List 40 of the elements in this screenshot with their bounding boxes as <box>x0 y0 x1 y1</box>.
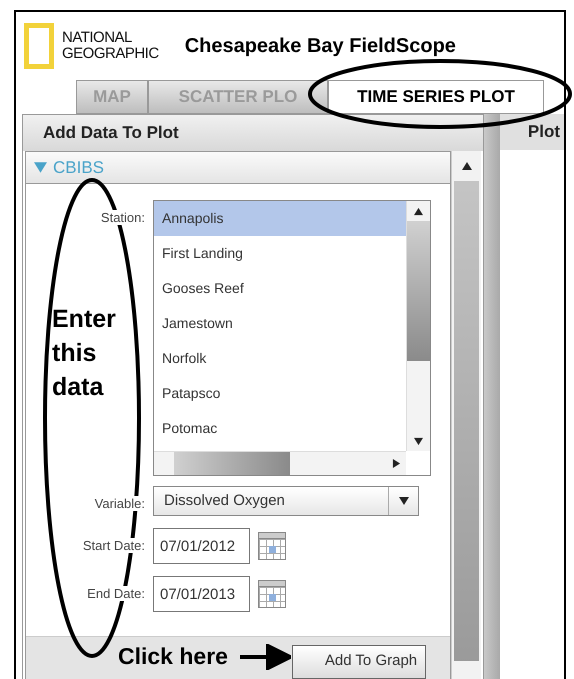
station-item[interactable]: Gooses Reef <box>154 271 406 306</box>
section-title: CBIBS <box>53 156 104 179</box>
scroll-thumb[interactable] <box>454 181 479 661</box>
station-item[interactable]: Patapsco <box>154 376 406 411</box>
scroll-up-icon <box>462 161 472 171</box>
brand-text: NATIONAL <box>62 30 133 46</box>
station-list[interactable]: Annapolis First Landing Gooses Reef Jamestown Norfolk Patapsco Potomac <box>153 200 431 476</box>
arrow <box>238 644 291 670</box>
panel-scrollbar[interactable] <box>451 151 481 679</box>
scroll-right-icon <box>392 459 400 468</box>
station-item[interactable]: Potomac <box>154 411 406 446</box>
calendar-icon[interactable] <box>258 580 286 608</box>
field-label: Start Date: <box>82 538 145 553</box>
scroll-thumb[interactable] <box>407 221 430 361</box>
station-item[interactable]: Annapolis <box>154 201 406 236</box>
scroll-up-icon <box>414 206 423 216</box>
station-item[interactable]: Jamestown <box>154 306 406 341</box>
field-label: Station: <box>100 210 145 225</box>
plot-panel-title: Plot <box>500 114 564 150</box>
calendar-icon[interactable] <box>258 532 286 560</box>
instruction-note: Click here <box>118 642 228 671</box>
instruction-note: Enter this data <box>52 304 117 403</box>
brand-text: GEOGRAPHIC <box>62 46 159 62</box>
app-title: Chesapeake Bay FieldScope <box>184 34 456 59</box>
variable-dropdown[interactable]: Dissolved Oxygen <box>153 486 419 516</box>
station-item[interactable]: Norfolk <box>154 341 406 376</box>
station-item[interactable]: First Landing <box>154 236 406 271</box>
scroll-thumb[interactable] <box>174 452 290 475</box>
dropdown-value: Dissolved Oxygen <box>163 490 286 511</box>
horizontal-scrollbar[interactable] <box>154 451 406 475</box>
tab[interactable]: TIME SERIES PLOT <box>328 80 544 114</box>
scroll-down-icon <box>414 436 423 446</box>
date-field[interactable]: 07/01/2013 <box>153 576 250 612</box>
logo-frame-icon <box>24 23 54 69</box>
field-label: End Date: <box>87 586 145 601</box>
date-field[interactable]: 07/01/2012 <box>153 528 250 564</box>
field-label: Variable: <box>94 496 145 511</box>
caret-icon <box>398 496 408 506</box>
add-to-graph-button[interactable]: Add To Graph <box>292 644 426 678</box>
scrollbar[interactable] <box>406 201 430 451</box>
